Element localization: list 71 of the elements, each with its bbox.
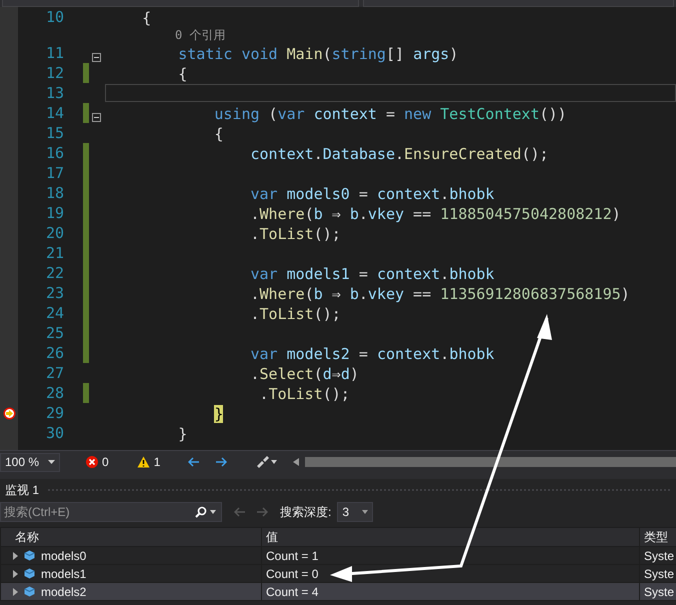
expand-icon[interactable] (13, 552, 18, 560)
code-line: } (105, 404, 676, 422)
line-number: 12 (44, 64, 64, 82)
code-line: var models0 = context.bhobk (249, 184, 496, 202)
line-number: 21 (44, 244, 64, 262)
column-header[interactable]: 值 (262, 528, 640, 546)
variable-name: models2 (41, 584, 86, 598)
forward-arrow-icon[interactable] (216, 457, 228, 467)
line-number: 15 (44, 124, 64, 142)
expand-icon[interactable] (13, 588, 18, 596)
code-line: .ToList(); (249, 304, 342, 322)
collapse-icon[interactable] (92, 52, 101, 62)
line-number: 16 (44, 144, 64, 162)
search-depth-dropdown[interactable]: 3 (337, 502, 374, 522)
column-header[interactable]: 名称 (0, 528, 262, 546)
code-line: var models2 = context.bhobk (249, 344, 496, 362)
variable-name: models1 (41, 566, 86, 580)
line-number: 26 (44, 344, 64, 362)
code-line: .ToList(); (258, 384, 351, 402)
collapse-icon[interactable] (92, 112, 101, 122)
search-depth-label: 搜索深度: (280, 504, 332, 520)
horizontal-scrollbar[interactable] (305, 457, 676, 467)
code-line: using (var context = new TestContext()) (213, 104, 568, 122)
panel-title: 监视 1 (5, 482, 40, 498)
code-line: var models1 = context.bhobk (249, 264, 496, 282)
error-count[interactable]: 0 (102, 455, 109, 469)
line-number: 23 (44, 284, 64, 302)
code-line: .Select(d⇒d) (249, 364, 360, 382)
type-cell: Syste (640, 582, 676, 600)
expand-icon[interactable] (13, 570, 18, 578)
code-line: { (141, 8, 152, 26)
caret-icon (362, 510, 368, 514)
cube-icon (24, 568, 35, 579)
code-line: static void Main(string[] args) (177, 44, 460, 62)
back-arrow-icon[interactable] (188, 457, 200, 467)
code-line: .Where(b ⇒ b.vkey == 1188504575042808212) (249, 204, 622, 222)
line-number: 20 (44, 224, 64, 242)
code-line: .ToList(); (249, 224, 342, 242)
warning-icon (136, 456, 150, 468)
variable-name: models0 (41, 548, 86, 562)
column-header[interactable]: 类型 (640, 528, 676, 546)
code-line: .Where(b ⇒ b.vkey == 11356912806837568195) (249, 284, 631, 302)
line-number: 17 (44, 164, 64, 182)
scroll-left-icon[interactable] (293, 458, 300, 466)
cube-icon (24, 586, 35, 597)
line-number: 28 (44, 384, 64, 402)
line-number: 13 (44, 84, 64, 102)
code-line: { (177, 64, 188, 82)
zoom-dropdown[interactable]: 100 % (0, 452, 60, 472)
line-number: 25 (44, 324, 64, 342)
brush-icon[interactable] (255, 456, 278, 468)
line-number: 11 (44, 44, 64, 62)
line-number: 30 (44, 424, 64, 442)
line-number: 14 (44, 104, 64, 122)
error-icon (86, 456, 98, 468)
code-line: context.Database.EnsureCreated(); (249, 144, 550, 162)
line-number: 22 (44, 264, 64, 282)
line-number: 19 (44, 204, 64, 222)
line-number: 10 (44, 8, 64, 26)
code-line: } (177, 424, 188, 442)
cube-icon (24, 550, 35, 561)
value-cell: Count = 4 (262, 582, 640, 600)
line-number: 24 (44, 304, 64, 322)
line-number: 18 (44, 184, 64, 202)
line-number: 27 (44, 364, 64, 382)
warning-count[interactable]: 1 (154, 455, 160, 469)
code-line: { (213, 124, 224, 142)
reference-count-link[interactable]: 0 个引用 (175, 26, 226, 44)
value-cell: Count = 1 (262, 546, 640, 564)
line-number: 29 (44, 404, 64, 422)
caret-icon (48, 460, 55, 464)
